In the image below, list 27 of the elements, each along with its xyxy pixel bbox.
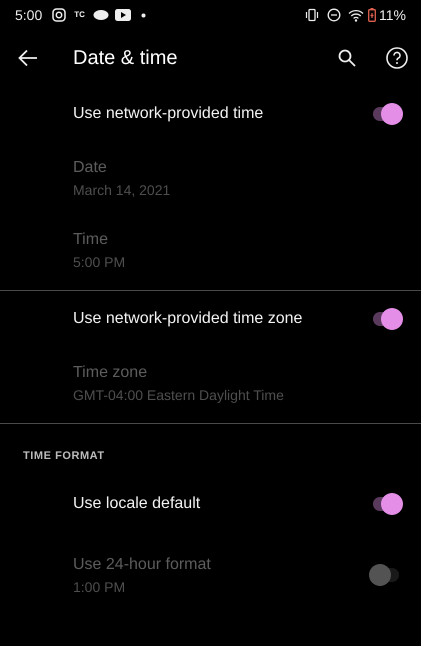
setting-title: Time [73,230,109,250]
status-time: 5:00 [15,6,42,24]
do-not-disturb-icon [327,8,342,22]
setting-summary: March 14, 2021 [73,181,172,200]
setting-title: Use network-provided time [73,104,264,124]
camera-icon [52,8,66,22]
wifi-icon [348,8,364,22]
setting-summary: 1:00 PM [73,578,126,597]
search-icon [338,49,356,67]
notification-text: TC [74,9,85,21]
page-title: Date & time [73,46,178,71]
setting-title: Date [73,158,108,178]
help-icon [386,47,408,69]
play-icon [114,9,131,21]
setting-title: Use locale default [73,494,202,514]
setting-title: Time zone [73,363,148,383]
help-button[interactable] [385,46,409,70]
back-arrow-icon [18,49,38,67]
battery-percent: 11% [379,6,406,24]
setting-title: Use 24-hour format [73,555,212,575]
battery-icon [368,8,376,22]
section-header: TIME FORMAT [22,449,106,464]
setting-summary: GMT-04:00 Eastern Daylight Time [73,386,285,405]
dot-icon [140,12,146,18]
setting-summary: 5:00 PM [73,253,126,272]
vibrate-icon [305,8,320,22]
setting-title: Use network-provided time zone [73,309,304,329]
